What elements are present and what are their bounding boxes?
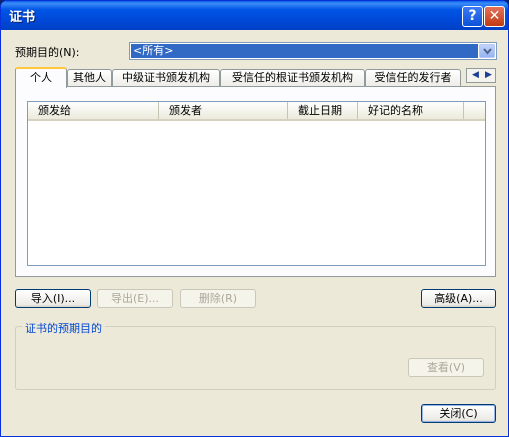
- tab-personal[interactable]: 个人: [15, 67, 67, 88]
- purpose-label: 预期目的(N):: [15, 46, 80, 59]
- tab-intermediate-ca[interactable]: 中级证书颁发机构: [112, 69, 220, 87]
- column-issued-by[interactable]: 颁发者: [159, 102, 288, 119]
- column-friendly-name[interactable]: 好记的名称: [358, 102, 464, 119]
- advanced-button[interactable]: 高级(A)...: [421, 289, 496, 308]
- arrow-right-icon[interactable]: ▶: [485, 70, 492, 80]
- list-header: 颁发给 颁发者 截止日期 好记的名称: [28, 102, 485, 121]
- help-button[interactable]: ?: [462, 6, 483, 27]
- column-issued-to[interactable]: 颁发给: [28, 102, 159, 119]
- chevron-down-icon[interactable]: [479, 44, 495, 58]
- tab-label: 受信任的根证书颁发机构: [232, 71, 353, 84]
- tab-other-people[interactable]: 其他人: [67, 69, 112, 87]
- tab-trusted-publishers[interactable]: 受信任的发行者: [365, 69, 461, 87]
- certificates-dialog: 证书 ? ✕ 预期目的(N): <所有> 个人 其他人 中级证书颁发机构 受信任…: [0, 0, 509, 437]
- export-button[interactable]: 导出(E)...: [97, 289, 173, 308]
- purpose-select[interactable]: <所有>: [129, 42, 497, 60]
- title-bar[interactable]: 证书 ? ✕: [1, 1, 508, 30]
- tab-label: 个人: [30, 71, 52, 84]
- tab-trusted-root-ca[interactable]: 受信任的根证书颁发机构: [220, 69, 365, 87]
- group-title: 证书的预期目的: [22, 320, 105, 336]
- arrow-left-icon[interactable]: ◀: [472, 70, 479, 80]
- remove-button[interactable]: 删除(R): [180, 289, 256, 308]
- help-icon: ?: [468, 8, 477, 24]
- tab-label: 受信任的发行者: [374, 71, 452, 84]
- view-button[interactable]: 查看(V): [408, 358, 484, 377]
- column-expiration-date[interactable]: 截止日期: [288, 102, 358, 119]
- close-icon: ✕: [488, 8, 501, 24]
- tab-label: 其他人: [73, 71, 106, 84]
- purpose-selected-value: <所有>: [131, 44, 478, 58]
- tab-panel: 颁发给 颁发者 截止日期 好记的名称: [15, 86, 496, 277]
- tab-label: 中级证书颁发机构: [122, 71, 210, 84]
- window-title: 证书: [9, 10, 36, 25]
- close-window-button[interactable]: ✕: [484, 6, 505, 27]
- import-button[interactable]: 导入(I)...: [15, 289, 91, 308]
- close-button[interactable]: 关闭(C): [421, 404, 496, 423]
- tab-scroll-buttons[interactable]: ◀ ▶: [466, 68, 496, 83]
- certificate-list[interactable]: 颁发给 颁发者 截止日期 好记的名称: [27, 101, 486, 266]
